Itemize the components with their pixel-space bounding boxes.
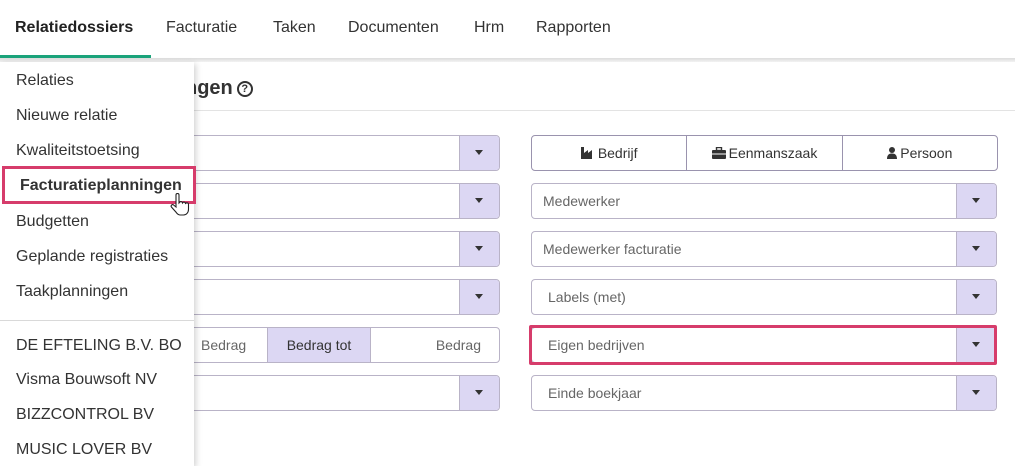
eigen-bedrijven-highlight: [529, 325, 997, 365]
dropdown-toggle[interactable]: [459, 280, 499, 314]
menu-item-nieuwe-relatie[interactable]: Nieuwe relatie: [16, 107, 117, 125]
dropdown-toggle[interactable]: [459, 184, 499, 218]
einde-boekjaar-select[interactable]: Einde boekjaar: [531, 375, 997, 411]
caret-down-icon: [972, 294, 980, 299]
eenmanszaak-label: Eenmanszaak: [728, 145, 818, 161]
tab-relatiedossiers[interactable]: Relatiedossiers: [0, 0, 151, 58]
tab-facturatie[interactable]: Facturatie: [166, 0, 237, 58]
medewerker-select[interactable]: Medewerker: [531, 183, 997, 219]
tab-hrm[interactable]: Hrm: [474, 0, 504, 58]
dropdown-toggle[interactable]: [459, 232, 499, 266]
persoon-label: Persoon: [900, 145, 953, 161]
dropdown-toggle[interactable]: [956, 232, 996, 266]
medewerker-facturatie-placeholder: Medewerker facturatie: [543, 241, 682, 257]
bedrijf-label: Bedrijf: [597, 145, 638, 161]
facturatieplanningen-highlight: [2, 166, 196, 204]
relatiedossiers-menu: Relaties Nieuwe relatie Kwaliteitstoetsi…: [0, 62, 194, 466]
dropdown-toggle[interactable]: [459, 376, 499, 410]
help-icon[interactable]: ?: [236, 81, 253, 97]
caret-down-icon: [972, 198, 980, 203]
labels-placeholder: Labels (met): [548, 289, 626, 305]
caret-down-icon: [475, 294, 483, 299]
bedrijf-button[interactable]: Bedrijf: [532, 136, 688, 170]
menu-recent-relation[interactable]: BIZZCONTROL BV: [16, 406, 154, 424]
filter-select-5[interactable]: [150, 375, 500, 411]
medewerker-facturatie-select[interactable]: Medewerker facturatie: [531, 231, 997, 267]
dropdown-toggle[interactable]: [956, 376, 996, 410]
caret-down-icon: [475, 390, 483, 395]
caret-down-icon: [475, 150, 483, 155]
menu-item-relaties[interactable]: Relaties: [16, 72, 74, 90]
menu-recent-relation[interactable]: Visma Bouwsoft NV: [16, 371, 157, 389]
menu-item-geplande-registraties[interactable]: Geplande registraties: [16, 248, 168, 266]
page-title: ngen?: [185, 77, 253, 100]
caret-down-icon: [972, 246, 980, 251]
persoon-button[interactable]: Persoon: [843, 136, 997, 170]
tab-rapporten[interactable]: Rapporten: [536, 0, 611, 58]
caret-down-icon: [475, 198, 483, 203]
factory-icon: [580, 147, 592, 159]
menu-item-kwaliteitstoetsing[interactable]: Kwaliteitstoetsing: [16, 142, 140, 160]
tab-taken[interactable]: Taken: [273, 0, 316, 58]
amount-mode-button[interactable]: Bedrag tot: [267, 327, 371, 363]
menu-divider: [0, 320, 194, 321]
relation-type-toggle: Bedrijf Eenmanszaak Persoon: [531, 135, 998, 171]
menu-item-budgetten[interactable]: Budgetten: [16, 213, 89, 231]
dropdown-toggle[interactable]: [956, 280, 996, 314]
caret-down-icon: [475, 246, 483, 251]
medewerker-placeholder: Medewerker: [543, 193, 621, 209]
menu-recent-relation[interactable]: MUSIC LOVER BV: [16, 441, 152, 459]
caret-down-icon: [972, 390, 980, 395]
amount-to-input[interactable]: Bedrag: [370, 327, 500, 363]
einde-boekjaar-placeholder: Einde boekjaar: [548, 385, 642, 401]
briefcase-icon: [711, 147, 726, 159]
labels-select[interactable]: Labels (met): [531, 279, 997, 315]
filter-select-3[interactable]: [150, 231, 500, 267]
filter-select-4[interactable]: [150, 279, 500, 315]
top-navigation: Relatiedossiers Facturatie Taken Documen…: [0, 0, 1015, 58]
menu-recent-relation[interactable]: DE EFTELING B.V. BO: [16, 337, 182, 355]
filter-select-2[interactable]: [150, 183, 500, 219]
menu-item-taakplanningen[interactable]: Taakplanningen: [16, 283, 128, 301]
tab-documenten[interactable]: Documenten: [348, 0, 439, 58]
dropdown-toggle[interactable]: [956, 184, 996, 218]
eenmanszaak-button[interactable]: Eenmanszaak: [687, 136, 843, 170]
hand-cursor-icon: [170, 193, 190, 216]
person-icon: [887, 147, 898, 159]
filter-select-1[interactable]: [150, 135, 500, 171]
title-divider: [180, 110, 1015, 111]
dropdown-toggle[interactable]: [459, 136, 499, 170]
